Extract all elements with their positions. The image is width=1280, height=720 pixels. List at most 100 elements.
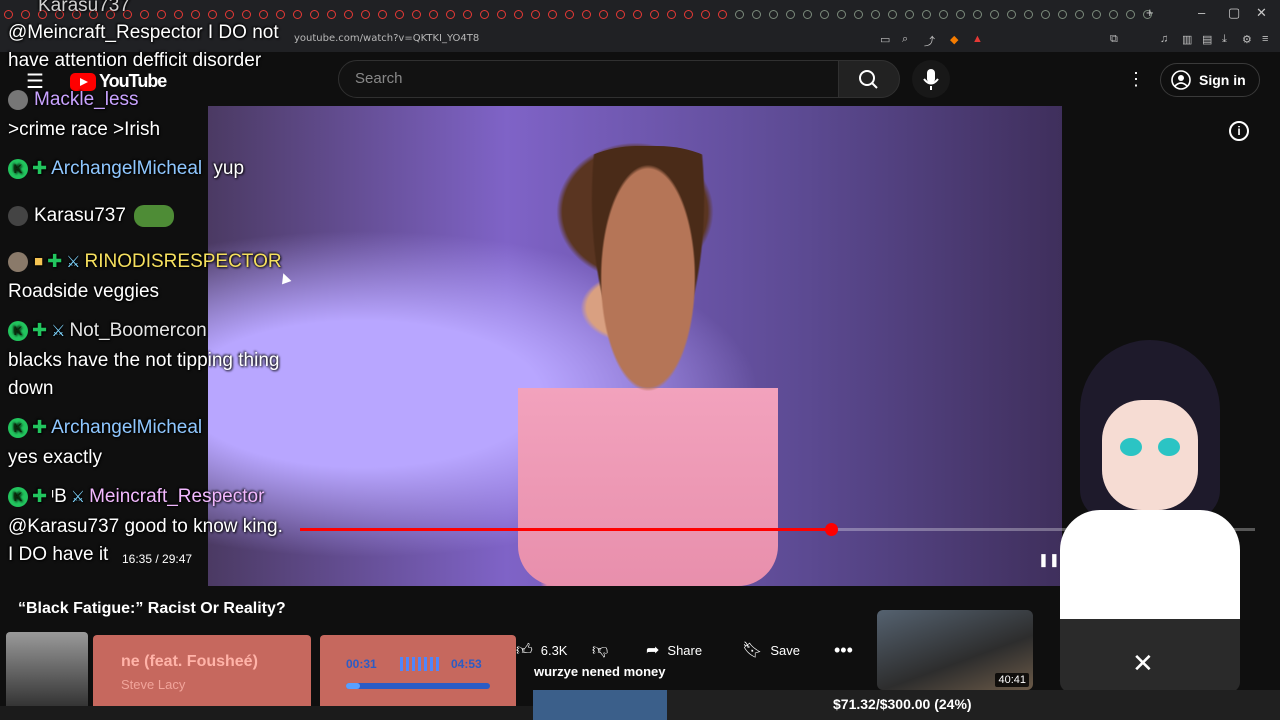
browser-tab[interactable] xyxy=(888,10,897,19)
sword-badge-icon: ⚔ xyxy=(51,322,66,340)
browser-tab[interactable] xyxy=(1007,10,1016,19)
more-actions-button[interactable]: ••• xyxy=(834,636,864,664)
browser-tab[interactable] xyxy=(1126,10,1135,19)
browser-tab[interactable] xyxy=(446,10,455,19)
share-page-icon[interactable]: ⤴ xyxy=(924,33,935,49)
user-avatar xyxy=(8,206,28,226)
browser-tab[interactable] xyxy=(667,10,676,19)
browser-tab[interactable] xyxy=(378,10,387,19)
browser-tab[interactable] xyxy=(582,10,591,19)
music-progress-bar xyxy=(346,683,490,689)
browser-tab[interactable] xyxy=(871,10,880,19)
browser-tab[interactable] xyxy=(718,10,727,19)
browser-tab[interactable] xyxy=(344,10,353,19)
browser-tab[interactable] xyxy=(616,10,625,19)
search-button[interactable] xyxy=(838,60,900,98)
save-button[interactable]: 🔖︎ Save xyxy=(742,636,812,664)
voice-search-button[interactable] xyxy=(912,60,950,98)
browser-tab[interactable] xyxy=(565,10,574,19)
browser-tab[interactable] xyxy=(412,10,421,19)
channel-avatar[interactable] xyxy=(6,632,88,712)
share-button[interactable]: ➦ Share xyxy=(646,636,732,664)
minimize-button[interactable]: – xyxy=(1198,5,1205,20)
like-button[interactable]: 👍︎ 6.3K xyxy=(516,636,576,664)
browser-tab[interactable] xyxy=(956,10,965,19)
search-box[interactable] xyxy=(338,60,839,98)
browser-tab[interactable] xyxy=(752,10,761,19)
sword-badge-icon: ⚔ xyxy=(66,253,81,271)
avatar-eye-left xyxy=(1120,438,1142,456)
donation-goal-text: $71.32/$300.00 (24%) xyxy=(833,696,972,712)
avatar-eye-right xyxy=(1158,438,1180,456)
browser-tab[interactable] xyxy=(395,10,404,19)
browser-tab[interactable] xyxy=(1058,10,1067,19)
chat-username: ArchangelMicheal xyxy=(51,417,203,438)
browser-tab[interactable] xyxy=(803,10,812,19)
related-video-thumbnail[interactable]: 40:41 xyxy=(877,610,1033,690)
sidebar-icon[interactable]: ▥ xyxy=(1182,33,1192,46)
browser-tab[interactable] xyxy=(820,10,829,19)
browser-tab[interactable] xyxy=(701,10,710,19)
video-scrubber-handle[interactable] xyxy=(824,523,838,536)
browser-tab[interactable] xyxy=(854,10,863,19)
browser-tab[interactable] xyxy=(633,10,642,19)
new-tab-button[interactable]: + xyxy=(1146,5,1154,20)
browser-tab[interactable] xyxy=(463,10,472,19)
browser-tab[interactable] xyxy=(1041,10,1050,19)
browser-tab[interactable] xyxy=(990,10,999,19)
chat-username: RINODISRESPECTOR xyxy=(84,251,282,272)
maximize-button[interactable]: ▢ xyxy=(1228,5,1240,21)
browser-tab[interactable] xyxy=(1024,10,1033,19)
extensions-icon[interactable]: ⧉ xyxy=(1110,33,1118,46)
chat-message: @Karasu737 good to know king. xyxy=(8,516,283,537)
more-options-icon[interactable]: ⋮ xyxy=(1127,69,1145,90)
browser-tab[interactable] xyxy=(837,10,846,19)
search-input[interactable] xyxy=(355,70,815,87)
video-player[interactable] xyxy=(208,106,1062,586)
chat-username: ArchangelMicheal xyxy=(51,158,203,179)
rewards-icon[interactable]: ▲ xyxy=(972,33,983,45)
browser-tab[interactable] xyxy=(1075,10,1084,19)
brave-shield-icon[interactable]: ◆ xyxy=(950,33,958,46)
chat-line: K ✚ ⚔ Not_Boomercon xyxy=(8,320,207,342)
browser-tab[interactable] xyxy=(429,10,438,19)
browser-tab[interactable] xyxy=(514,10,523,19)
user-avatar xyxy=(8,251,28,272)
browser-tab[interactable] xyxy=(939,10,948,19)
browser-tab[interactable] xyxy=(735,10,744,19)
chat-username: Meincraft_Respector xyxy=(89,486,265,507)
browser-tab[interactable] xyxy=(548,10,557,19)
dislike-button[interactable]: 👎︎ xyxy=(592,636,622,664)
browser-tab[interactable] xyxy=(480,10,489,19)
media-icon[interactable]: ♫ xyxy=(1160,33,1168,45)
chat-message: I DO have it xyxy=(8,544,109,565)
browser-tab[interactable] xyxy=(905,10,914,19)
browser-tab[interactable] xyxy=(531,10,540,19)
browser-tab[interactable] xyxy=(786,10,795,19)
browser-tab[interactable] xyxy=(922,10,931,19)
k-badge-icon: K xyxy=(8,417,28,438)
wallet-icon[interactable]: ▤ xyxy=(1202,33,1212,46)
close-window-button[interactable]: ✕ xyxy=(1256,5,1267,21)
thumbs-down-icon: 👎︎ xyxy=(592,641,609,659)
browser-tab[interactable] xyxy=(1109,10,1118,19)
browser-tab[interactable] xyxy=(497,10,506,19)
browser-menu-icon[interactable]: ≡ xyxy=(1262,33,1268,45)
donation-goal-bar: $71.32/$300.00 (24%) xyxy=(533,690,1280,720)
cast-icon[interactable]: ▭ xyxy=(880,33,890,46)
chat-message: yup xyxy=(213,158,245,179)
browser-tab[interactable] xyxy=(769,10,778,19)
download-icon[interactable]: ⤓ xyxy=(1222,33,1227,46)
browser-tab[interactable] xyxy=(361,10,370,19)
chat-message: @Meincraft_Respector I DO not xyxy=(8,22,279,43)
vpn-icon[interactable]: ⚙ xyxy=(1242,33,1252,46)
info-icon[interactable]: i xyxy=(1229,121,1249,141)
browser-tab[interactable] xyxy=(1092,10,1101,19)
browser-tab[interactable] xyxy=(599,10,608,19)
browser-tab[interactable] xyxy=(650,10,659,19)
plus-badge-icon: ✚ xyxy=(32,158,48,179)
browser-tab[interactable] xyxy=(973,10,982,19)
zoom-icon[interactable]: ⌕ xyxy=(902,33,908,46)
sign-in-button[interactable]: Sign in xyxy=(1160,63,1260,97)
browser-tab[interactable] xyxy=(684,10,693,19)
